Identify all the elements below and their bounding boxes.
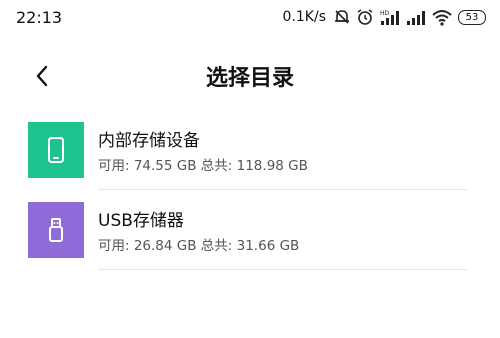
storage-detail: 可用: 26.84 GB 总共: 31.66 GB bbox=[98, 238, 300, 254]
hd-signal-icon: HD bbox=[379, 8, 401, 26]
status-icons: 0.1K/s HD 53 bbox=[283, 6, 486, 28]
storage-detail: 可用: 74.55 GB 总共: 118.98 GB bbox=[98, 158, 308, 174]
phone-icon bbox=[28, 122, 84, 178]
storage-item-internal[interactable]: 内部存储设备 可用: 74.55 GB 总共: 118.98 GB bbox=[0, 112, 500, 190]
status-time: 22:13 bbox=[16, 8, 63, 27]
usb-drive-icon bbox=[28, 202, 84, 258]
divider bbox=[98, 189, 468, 190]
signal-icon bbox=[406, 8, 426, 26]
wifi-icon bbox=[431, 8, 453, 26]
svg-text:HD: HD bbox=[380, 10, 390, 17]
storage-name: USB存储器 bbox=[98, 211, 184, 231]
storage-name: 内部存储设备 bbox=[98, 131, 200, 151]
page-title: 选择目录 bbox=[205, 66, 294, 91]
battery-indicator: 53 bbox=[458, 9, 486, 25]
divider bbox=[98, 269, 468, 270]
storage-item-usb[interactable]: USB存储器 可用: 26.84 GB 总共: 31.66 GB bbox=[0, 192, 500, 270]
status-bar: 22:13 0.1K/s HD 53 bbox=[0, 0, 500, 34]
header: 选择目录 bbox=[0, 52, 500, 100]
alarm-icon bbox=[356, 8, 374, 26]
network-speed: 0.1K/s bbox=[282, 9, 326, 25]
do-not-disturb-icon bbox=[333, 8, 351, 26]
